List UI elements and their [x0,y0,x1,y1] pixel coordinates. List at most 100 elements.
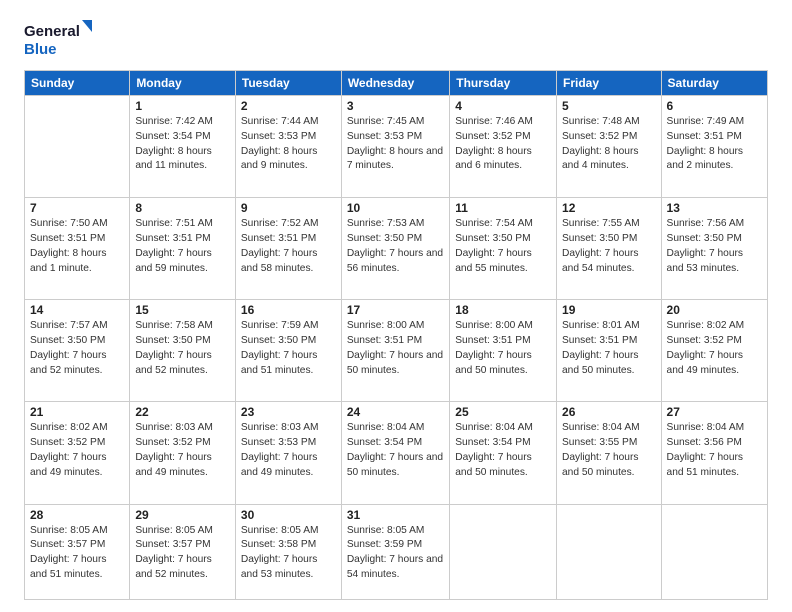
day-info: Sunrise: 8:03 AMSunset: 3:52 PMDaylight:… [135,421,230,480]
day-header-saturday: Saturday [661,71,767,96]
day-info: Sunrise: 7:53 AMSunset: 3:50 PMDaylight:… [347,217,444,276]
day-info: Sunrise: 7:52 AMSunset: 3:51 PMDaylight:… [241,217,336,276]
calendar-cell: 5Sunrise: 7:48 AMSunset: 3:52 PMDaylight… [557,96,662,198]
calendar-cell: 29 Sunrise: 8:05 AMSunset: 3:57 PMDayligh… [130,504,236,599]
day-info: Sunrise: 7:54 AMSunset: 3:50 PMDaylight:… [455,217,551,276]
day-number: 24 [347,405,444,419]
day-number: 27 [667,405,762,419]
calendar-cell: 30 Sunrise: 8:05 AMSunset: 3:58 PMDayligh… [235,504,341,599]
day-info: Sunrise: 8:04 AMSunset: 3:55 PMDaylight:… [562,421,656,480]
day-number: 16 [241,303,336,317]
calendar-cell: 10 Sunrise: 7:53 AMSunset: 3:50 PMDayligh… [341,198,449,300]
day-number: 14 [30,303,124,317]
day-info: Sunrise: 7:45 AMSunset: 3:53 PMDaylight:… [347,115,444,174]
header: General Blue [24,18,768,62]
calendar-cell: 31 Sunrise: 8:05 AMSunset: 3:59 PMDayligh… [341,504,449,599]
calendar-cell: 22Sunrise: 8:03 AMSunset: 3:52 PMDayligh… [130,402,236,504]
week-row-5: 28 Sunrise: 8:05 AMSunset: 3:57 PMDayligh… [25,504,768,599]
calendar-cell: 18Sunrise: 8:00 AMSunset: 3:51 PMDayligh… [450,300,557,402]
day-info: Sunrise: 7:44 AMSunset: 3:53 PMDaylight:… [241,115,336,174]
day-info: Sunrise: 8:05 AMSunset: 3:58 PMDaylight:… [241,524,336,583]
day-info: Sunrise: 7:49 AMSunset: 3:51 PMDaylight:… [667,115,762,174]
day-info: Sunrise: 7:50 AMSunset: 3:51 PMDaylight:… [30,217,124,276]
day-info: Sunrise: 8:03 AMSunset: 3:53 PMDaylight:… [241,421,336,480]
day-header-wednesday: Wednesday [341,71,449,96]
calendar-cell: 11Sunrise: 7:54 AMSunset: 3:50 PMDayligh… [450,198,557,300]
page: General Blue SundayMondayTuesdayWednesda… [0,0,792,612]
calendar-table: SundayMondayTuesdayWednesdayThursdayFrid… [24,70,768,600]
logo-svg: General Blue [24,18,94,62]
day-number: 4 [455,99,551,113]
calendar-cell: 17 Sunrise: 8:00 AMSunset: 3:51 PMDayligh… [341,300,449,402]
calendar-cell: 4 Sunrise: 7:46 AMSunset: 3:52 PMDaylight… [450,96,557,198]
calendar-cell: 14Sunrise: 7:57 AMSunset: 3:50 PMDayligh… [25,300,130,402]
day-number: 12 [562,201,656,215]
svg-text:Blue: Blue [24,41,57,58]
day-number: 5 [562,99,656,113]
day-header-tuesday: Tuesday [235,71,341,96]
day-header-sunday: Sunday [25,71,130,96]
calendar-cell: 20Sunrise: 8:02 AMSunset: 3:52 PMDayligh… [661,300,767,402]
day-number: 28 [30,508,124,522]
day-number: 20 [667,303,762,317]
day-info: Sunrise: 8:05 AMSunset: 3:59 PMDaylight:… [347,524,444,583]
calendar-cell [661,504,767,599]
day-info: Sunrise: 8:00 AMSunset: 3:51 PMDaylight:… [455,319,551,378]
week-row-3: 14Sunrise: 7:57 AMSunset: 3:50 PMDayligh… [25,300,768,402]
week-row-4: 21Sunrise: 8:02 AMSunset: 3:52 PMDayligh… [25,402,768,504]
day-info: Sunrise: 8:01 AMSunset: 3:51 PMDaylight:… [562,319,656,378]
week-row-2: 7 Sunrise: 7:50 AMSunset: 3:51 PMDaylight… [25,198,768,300]
calendar-cell [25,96,130,198]
calendar-cell: 2 Sunrise: 7:44 AMSunset: 3:53 PMDaylight… [235,96,341,198]
day-of-week-row: SundayMondayTuesdayWednesdayThursdayFrid… [25,71,768,96]
day-number: 7 [30,201,124,215]
calendar-cell: 9Sunrise: 7:52 AMSunset: 3:51 PMDaylight… [235,198,341,300]
day-header-thursday: Thursday [450,71,557,96]
day-info: Sunrise: 8:05 AMSunset: 3:57 PMDaylight:… [135,524,230,583]
day-number: 17 [347,303,444,317]
calendar-body: 1Sunrise: 7:42 AMSunset: 3:54 PMDaylight… [25,96,768,600]
day-info: Sunrise: 7:58 AMSunset: 3:50 PMDaylight:… [135,319,230,378]
day-number: 29 [135,508,230,522]
day-info: Sunrise: 7:46 AMSunset: 3:52 PMDaylight:… [455,115,551,174]
day-number: 1 [135,99,230,113]
day-info: Sunrise: 8:04 AMSunset: 3:56 PMDaylight:… [667,421,762,480]
calendar-cell: 6Sunrise: 7:49 AMSunset: 3:51 PMDaylight… [661,96,767,198]
calendar-cell: 8Sunrise: 7:51 AMSunset: 3:51 PMDaylight… [130,198,236,300]
day-number: 31 [347,508,444,522]
day-number: 2 [241,99,336,113]
day-info: Sunrise: 8:04 AMSunset: 3:54 PMDaylight:… [455,421,551,480]
calendar-cell: 16 Sunrise: 7:59 AMSunset: 3:50 PMDayligh… [235,300,341,402]
calendar-cell: 23 Sunrise: 8:03 AMSunset: 3:53 PMDayligh… [235,402,341,504]
day-number: 15 [135,303,230,317]
day-info: Sunrise: 7:59 AMSunset: 3:50 PMDaylight:… [241,319,336,378]
day-info: Sunrise: 8:00 AMSunset: 3:51 PMDaylight:… [347,319,444,378]
day-number: 3 [347,99,444,113]
day-header-friday: Friday [557,71,662,96]
day-info: Sunrise: 7:51 AMSunset: 3:51 PMDaylight:… [135,217,230,276]
day-info: Sunrise: 8:05 AMSunset: 3:57 PMDaylight:… [30,524,124,583]
day-number: 30 [241,508,336,522]
calendar-cell: 28 Sunrise: 8:05 AMSunset: 3:57 PMDayligh… [25,504,130,599]
day-info: Sunrise: 8:04 AMSunset: 3:54 PMDaylight:… [347,421,444,480]
day-info: Sunrise: 7:56 AMSunset: 3:50 PMDaylight:… [667,217,762,276]
calendar-cell: 15 Sunrise: 7:58 AMSunset: 3:50 PMDayligh… [130,300,236,402]
logo: General Blue [24,18,94,62]
calendar-cell: 7 Sunrise: 7:50 AMSunset: 3:51 PMDaylight… [25,198,130,300]
calendar-cell: 24 Sunrise: 8:04 AMSunset: 3:54 PMDayligh… [341,402,449,504]
day-number: 13 [667,201,762,215]
day-info: Sunrise: 7:55 AMSunset: 3:50 PMDaylight:… [562,217,656,276]
svg-text:General: General [24,23,80,40]
calendar-cell: 3 Sunrise: 7:45 AMSunset: 3:53 PMDaylight… [341,96,449,198]
week-row-1: 1Sunrise: 7:42 AMSunset: 3:54 PMDaylight… [25,96,768,198]
calendar-cell [557,504,662,599]
calendar-cell: 25Sunrise: 8:04 AMSunset: 3:54 PMDayligh… [450,402,557,504]
calendar-cell [450,504,557,599]
day-header-monday: Monday [130,71,236,96]
day-number: 26 [562,405,656,419]
calendar-cell: 27 Sunrise: 8:04 AMSunset: 3:56 PMDayligh… [661,402,767,504]
calendar-cell: 19Sunrise: 8:01 AMSunset: 3:51 PMDayligh… [557,300,662,402]
calendar-cell: 12 Sunrise: 7:55 AMSunset: 3:50 PMDayligh… [557,198,662,300]
day-number: 10 [347,201,444,215]
day-number: 23 [241,405,336,419]
